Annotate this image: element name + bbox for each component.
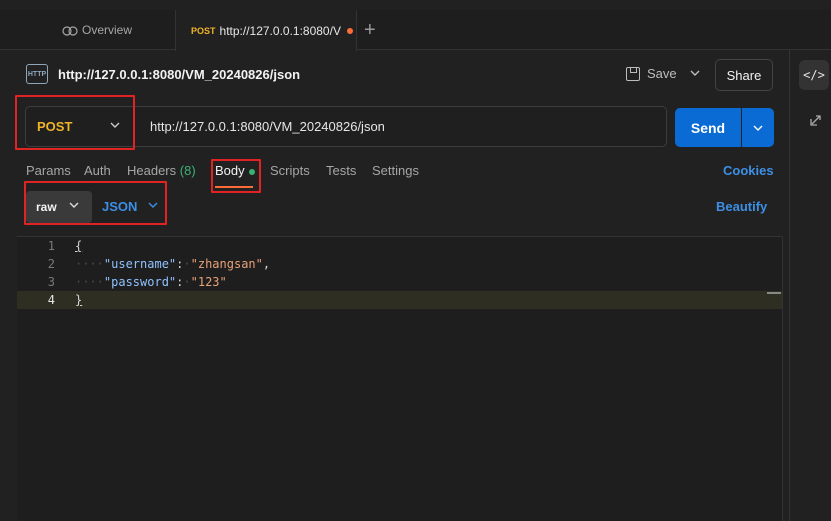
editor-line-current: 4 } [17, 291, 782, 309]
http-request-icon: HTTP [26, 64, 48, 84]
line-code: } [75, 293, 83, 307]
cookies-link[interactable]: Cookies [723, 163, 774, 178]
save-options-chevron-down-icon[interactable] [690, 68, 700, 80]
share-button[interactable]: Share [715, 59, 773, 91]
line-number: 1 [47, 239, 55, 253]
json-key: "password" [103, 275, 177, 289]
tab-overview-label: Overview [82, 23, 133, 37]
line-number: 3 [47, 275, 55, 289]
annotation-box-body-mode [24, 181, 167, 225]
line-code: { [75, 239, 83, 253]
json-value: "zhangsan" [190, 257, 263, 271]
request-name[interactable]: http://127.0.0.1:8080/VM_20240826/json [58, 67, 300, 82]
tab-scripts[interactable]: Scripts [270, 163, 310, 178]
editor-line: 2 ····"username":·"zhangsan", [17, 255, 782, 273]
editor-line: 1 { [17, 237, 782, 255]
line-code: ····"username":·"zhangsan", [75, 257, 271, 271]
json-key: "username" [103, 257, 177, 271]
line-code: ····"password":·"123" [75, 275, 227, 289]
save-label: Save [647, 66, 677, 81]
body-editor[interactable]: 1 { 2 ····"username":·"zhangsan", 3 ····… [17, 236, 783, 521]
tab-overview[interactable]: Overview [62, 10, 132, 50]
annotation-box-body-tab [211, 159, 261, 193]
right-sidebar: </> [789, 50, 831, 521]
tab-request-label: http://127.0.0.1:8080/V [219, 23, 341, 38]
send-options-chevron-down-icon[interactable] [742, 108, 774, 147]
related-collections-icon[interactable] [809, 113, 823, 130]
send-button[interactable]: Send [675, 108, 741, 147]
scroll-position-marker [767, 292, 781, 294]
tab-headers-label: Headers [127, 163, 177, 178]
beautify-button[interactable]: Beautify [716, 199, 767, 214]
code-icon[interactable]: </> [799, 60, 829, 90]
tab-strip: Overview POST http://127.0.0.1:8080/V + [0, 10, 831, 51]
json-value: "123" [190, 275, 227, 289]
arrows-icon [810, 115, 821, 126]
annotation-box-method [15, 95, 135, 150]
add-tab-button[interactable]: + [364, 10, 376, 50]
tab-request-active[interactable]: POST http://127.0.0.1:8080/V [175, 10, 357, 51]
tab-tests[interactable]: Tests [326, 163, 356, 178]
editor-scrollbar[interactable] [782, 237, 783, 521]
editor-line: 3 ····"password":·"123" [17, 273, 782, 291]
tab-headers[interactable]: Headers (8) [127, 163, 196, 178]
save-icon [626, 66, 640, 81]
line-number: 4 [47, 293, 55, 307]
unsaved-dot-icon [346, 27, 353, 34]
tab-auth[interactable]: Auth [84, 163, 111, 178]
save-button[interactable]: Save [626, 66, 677, 81]
tab-method: POST [191, 25, 216, 36]
url-input[interactable]: http://127.0.0.1:8080/VM_20240826/json [150, 107, 385, 146]
headers-count: (8) [179, 163, 196, 178]
line-number: 2 [47, 257, 55, 271]
tab-settings[interactable]: Settings [372, 163, 419, 178]
tab-params[interactable]: Params [26, 163, 71, 178]
overview-icon [62, 26, 78, 36]
